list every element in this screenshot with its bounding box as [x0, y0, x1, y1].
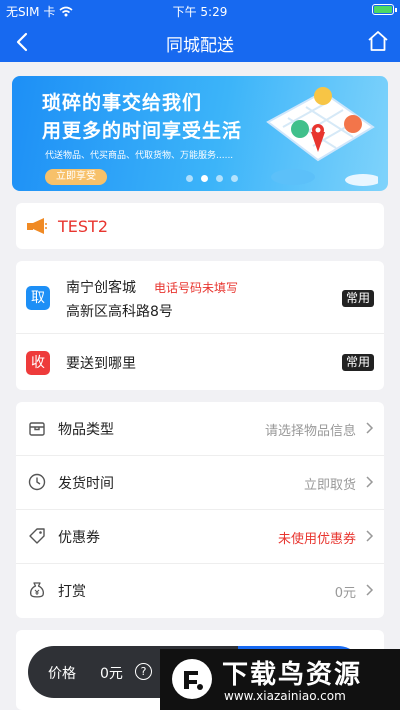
- carousel-dot-active[interactable]: [201, 175, 208, 182]
- pickup-name: 南宁创客城: [66, 280, 136, 296]
- coupon-value: 未使用优惠券: [277, 532, 356, 547]
- chevron-right-icon: [366, 476, 374, 488]
- carousel-dots: [186, 175, 238, 182]
- phone-missing-warning: 电话号码未填写: [154, 281, 239, 295]
- item-type-label: 物品类型: [58, 422, 114, 438]
- carousel-dot[interactable]: [186, 175, 193, 182]
- battery-icon: [372, 4, 397, 15]
- dropoff-address-row[interactable]: 收 要送到哪里 常用: [16, 334, 384, 390]
- dropoff-tag: 收: [26, 351, 50, 375]
- ship-time-value: 立即取货: [303, 478, 356, 493]
- money-bag-icon: [29, 582, 45, 598]
- carousel-dot[interactable]: [216, 175, 223, 182]
- order-options-card: 物品类型 请选择物品信息 发货时间 立即取货 优惠券 未使用优惠券 打赏 0元: [16, 402, 384, 618]
- pickup-street: 高新区高科路8号: [66, 304, 173, 320]
- item-type-value: 请选择物品信息: [264, 424, 356, 439]
- banner-headline-2: 用更多的时间享受生活: [42, 120, 243, 142]
- pickup-address-row[interactable]: 取 南宁创客城 电话号码未填写 高新区高科路8号 常用: [16, 261, 384, 334]
- price-value: 0元: [100, 666, 123, 682]
- coupon-row[interactable]: 优惠券 未使用优惠券: [16, 510, 384, 564]
- tip-row[interactable]: 打赏 0元: [16, 564, 384, 618]
- price-help-icon[interactable]: ?: [135, 663, 152, 680]
- carousel-dot[interactable]: [231, 175, 238, 182]
- package-icon: [29, 422, 45, 436]
- tip-value: 0元: [334, 586, 356, 601]
- pickup-frequent-button[interactable]: 常用: [341, 290, 374, 307]
- coupon-label: 优惠券: [58, 530, 100, 546]
- promo-banner[interactable]: 琐碎的事交给我们 用更多的时间享受生活 代送物品、代买商品、代取货物、万能服务.…: [12, 76, 388, 191]
- banner-cta-button[interactable]: 立即享受: [45, 169, 107, 185]
- ship-time-row[interactable]: 发货时间 立即取货: [16, 456, 384, 510]
- watermark-title: 下载鸟资源: [222, 660, 363, 690]
- dropoff-placeholder: 要送到哪里: [66, 356, 136, 372]
- watermark: 下载鸟资源 www.xiazainiao.com: [160, 649, 400, 710]
- chevron-right-icon: [366, 530, 374, 542]
- chevron-right-icon: [366, 422, 374, 434]
- notice-card: TEST2: [16, 203, 384, 249]
- address-card: 取 南宁创客城 电话号码未填写 高新区高科路8号 常用 收 要送到哪里 常用: [16, 261, 384, 390]
- phone-map-illustration: [266, 87, 378, 186]
- nav-bar: 同城配送: [0, 22, 400, 62]
- banner-subtitle: 代送物品、代买商品、代取货物、万能服务......: [45, 151, 234, 161]
- bird-logo-icon: [172, 659, 212, 699]
- megaphone-icon: [27, 218, 47, 234]
- home-icon[interactable]: [366, 29, 390, 53]
- page-title: 同城配送: [166, 36, 234, 56]
- watermark-url: www.xiazainiao.com: [224, 689, 346, 703]
- tag-icon: [29, 528, 45, 544]
- pickup-tag: 取: [26, 286, 50, 310]
- status-time: 下午 5:29: [172, 5, 228, 19]
- notice-text: TEST2: [58, 217, 108, 236]
- tip-label: 打赏: [58, 584, 86, 600]
- ship-time-label: 发货时间: [58, 476, 114, 492]
- item-type-row[interactable]: 物品类型 请选择物品信息: [16, 402, 384, 456]
- banner-headline-1: 琐碎的事交给我们: [42, 92, 203, 114]
- price-label: 价格: [48, 666, 76, 682]
- clock-icon: [28, 473, 46, 491]
- dropoff-frequent-button[interactable]: 常用: [341, 354, 374, 371]
- status-bar: 无SIM 卡 下午 5:29: [0, 0, 400, 22]
- chevron-right-icon: [366, 584, 374, 596]
